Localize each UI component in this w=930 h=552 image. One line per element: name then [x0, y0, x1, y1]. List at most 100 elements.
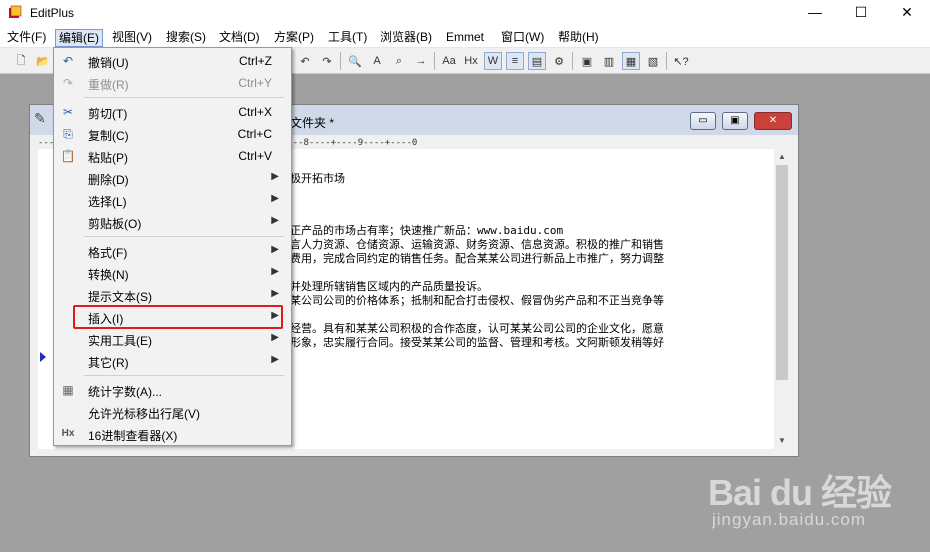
redo-icon: ↷	[62, 76, 74, 90]
output-window-icon[interactable]: ▦	[622, 52, 640, 70]
maximize-button[interactable]: ☐	[838, 0, 884, 26]
menu-separator	[84, 97, 284, 98]
pencil-icon: ✎	[34, 110, 46, 126]
submenu-arrow-icon: ▶	[271, 354, 279, 365]
menu-item-label: 转换(N)	[88, 268, 129, 282]
undo-icon[interactable]: ↶	[296, 52, 314, 70]
submenu-arrow-icon: ▶	[271, 171, 279, 182]
doc-minimize-button[interactable]: ▭	[690, 112, 716, 130]
goto-line-icon[interactable]: →	[412, 52, 430, 70]
menu-item-paste[interactable]: 📋 粘贴(P) Ctrl+V	[56, 145, 289, 167]
menu-file[interactable]: 文件(F)	[4, 29, 49, 47]
menu-item-label: 删除(D)	[88, 173, 129, 187]
submenu-arrow-icon: ▶	[271, 193, 279, 204]
menu-item-clipboard[interactable]: 剪贴板(O) ▶	[56, 211, 289, 233]
menu-item-label: 重做(R)	[88, 78, 129, 92]
menu-item-utilities[interactable]: 实用工具(E) ▶	[56, 328, 289, 350]
find-icon[interactable]: 🔍	[346, 52, 364, 70]
word-wrap-icon[interactable]: W	[484, 52, 502, 70]
menu-item-undo[interactable]: ↶ 撤销(U) Ctrl+Z	[56, 50, 289, 72]
menu-tools[interactable]: 工具(T)	[325, 29, 370, 47]
baidu-watermark: Bai du 经验 jingyan.baidu.com	[700, 460, 920, 540]
menu-item-format[interactable]: 格式(F) ▶	[56, 240, 289, 262]
menu-document[interactable]: 文档(D)	[216, 29, 263, 47]
menu-item-copy[interactable]: ⎘ 复制(C) Ctrl+C	[56, 123, 289, 145]
menu-item-label: 实用工具(E)	[88, 334, 152, 348]
menu-item-label: 剪切(T)	[88, 107, 128, 121]
menu-separator	[84, 375, 284, 376]
vertical-scrollbar[interactable]: ▲ ▼	[774, 149, 790, 449]
text-line: 某公司公司的价格体系；抵制和配合打击侵权、假冒伪劣产品和不正当竞争等	[290, 294, 664, 307]
toolbar-divider	[340, 52, 341, 70]
menu-item-shortcut: Ctrl+V	[238, 149, 272, 163]
copy-icon: ⎘	[63, 127, 73, 141]
text-line: 形象，忠实履行合同。接受某某公司的监督、管理和考核。文阿斯顿发稍等好	[290, 336, 664, 349]
menu-view[interactable]: 视图(V)	[109, 29, 155, 47]
menu-emmet[interactable]: Emmet	[443, 29, 487, 47]
submenu-arrow-icon: ▶	[271, 288, 279, 299]
menu-item-word-count[interactable]: ▦ 统计字数(A)...	[56, 379, 289, 401]
menu-item-delete[interactable]: 删除(D) ▶	[56, 167, 289, 189]
minimize-button[interactable]: —	[792, 0, 838, 26]
open-folder-icon[interactable]: 📂	[34, 52, 52, 70]
doc-close-button[interactable]: ✕	[754, 112, 792, 130]
find-in-files-icon[interactable]: ⌕	[390, 52, 408, 70]
menu-edit[interactable]: 编辑(E)	[55, 29, 103, 47]
menu-item-label: 剪贴板(O)	[88, 217, 142, 231]
menu-item-cursor-beyond-eol[interactable]: 允许光标移出行尾(V)	[56, 401, 289, 423]
hex-icon: Hx	[61, 428, 75, 439]
menu-item-label: 粘贴(P)	[88, 151, 128, 165]
cliptext-icon[interactable]: ▣	[578, 52, 596, 70]
toolbar-divider	[572, 52, 573, 70]
close-button[interactable]: ✕	[884, 0, 930, 26]
menu-item-shortcut: Ctrl+Z	[239, 54, 272, 68]
submenu-arrow-icon: ▶	[271, 244, 279, 255]
menu-item-label: 撤销(U)	[88, 56, 129, 70]
text-line: 费用，完成合同约定的销售任务。配合某某公司进行新品上市推广，努力调整	[290, 252, 664, 265]
menu-item-redo[interactable]: ↷ 重做(R) Ctrl+Y	[56, 72, 289, 94]
menu-item-cliptext[interactable]: 提示文本(S) ▶	[56, 284, 289, 306]
menu-separator	[84, 236, 284, 237]
menu-project[interactable]: 方案(P)	[271, 29, 317, 47]
help-pointer-icon[interactable]: ↖?	[672, 52, 690, 70]
ruler-icon[interactable]: ▤	[528, 52, 546, 70]
scroll-down-icon[interactable]: ▼	[777, 436, 787, 446]
document-title: 文件夹 *	[290, 116, 335, 130]
menu-item-label: 提示文本(S)	[88, 290, 152, 304]
redo-icon[interactable]: ↷	[318, 52, 336, 70]
menu-item-convert[interactable]: 转换(N) ▶	[56, 262, 289, 284]
menu-help[interactable]: 帮助(H)	[555, 29, 602, 47]
menu-item-hex-viewer[interactable]: Hx 16进制查看器(X)	[56, 423, 289, 445]
submenu-arrow-icon: ▶	[271, 215, 279, 226]
menu-item-label: 格式(F)	[88, 246, 128, 260]
toolbar-divider	[434, 52, 435, 70]
doc-restore-button[interactable]: ▣	[722, 112, 748, 130]
settings-gear-icon[interactable]: ⚙	[550, 52, 568, 70]
scrollbar-thumb[interactable]	[776, 165, 788, 380]
scroll-up-icon[interactable]: ▲	[777, 152, 787, 162]
gutter	[38, 149, 46, 449]
menu-item-label: 选择(L)	[88, 195, 127, 209]
menu-item-label: 16进制查看器(X)	[88, 429, 178, 443]
title-bar: EditPlus — ☐ ✕	[0, 0, 930, 26]
menu-item-other[interactable]: 其它(R) ▶	[56, 350, 289, 372]
scissors-icon: ✂	[62, 105, 74, 119]
replace-icon[interactable]: A	[368, 52, 386, 70]
menu-item-cut[interactable]: ✂ 剪切(T) Ctrl+X	[56, 101, 289, 123]
insert-highlight-annotation	[73, 305, 283, 329]
new-file-icon[interactable]: 🗋	[12, 52, 30, 70]
menu-window[interactable]: 窗口(W)	[498, 29, 547, 47]
menu-item-shortcut: Ctrl+X	[238, 105, 272, 119]
font-icon[interactable]: Aa	[440, 52, 458, 70]
menu-browser[interactable]: 浏览器(B)	[377, 29, 435, 47]
browser-icon[interactable]: ▧	[644, 52, 662, 70]
menu-item-select[interactable]: 选择(L) ▶	[56, 189, 289, 211]
directory-icon[interactable]: ▥	[600, 52, 618, 70]
menu-bar: 文件(F) 编辑(E) 视图(V) 搜索(S) 文档(D) 方案(P) 工具(T…	[0, 26, 930, 48]
hex-viewer-icon[interactable]: Hx	[462, 52, 480, 70]
menu-item-label: 其它(R)	[88, 356, 129, 370]
line-numbers-icon[interactable]: ≡	[506, 52, 524, 70]
menu-search[interactable]: 搜索(S)	[163, 29, 209, 47]
current-line-marker-icon	[40, 352, 46, 362]
menu-item-label: 允许光标移出行尾(V)	[88, 407, 200, 421]
